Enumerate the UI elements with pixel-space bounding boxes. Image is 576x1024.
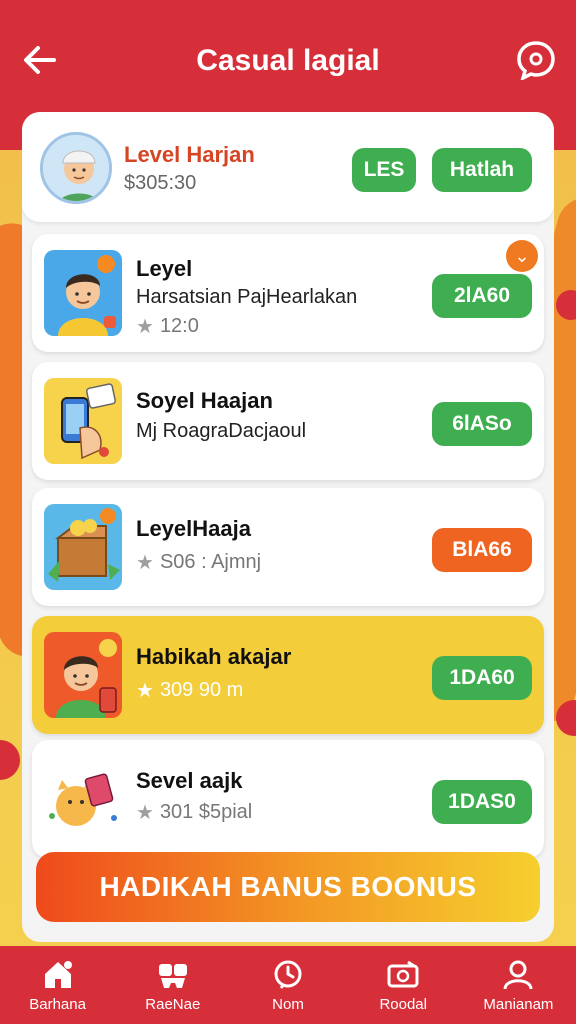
item-title: Soyel Haajan: [136, 388, 273, 413]
star-icon: ★: [136, 802, 154, 824]
item-subtitle: Harsatsian PajHearlakan: [136, 286, 358, 308]
bottom-navigation: Barhana RaeNae Nom Roodal Manianam: [0, 946, 576, 1024]
play-button[interactable]: 6lASo: [432, 402, 532, 446]
hatlah-button[interactable]: Hatlah: [432, 148, 532, 192]
game-thumbnail: [44, 756, 122, 842]
list-item[interactable]: Leyel Harsatsian PajHearlakan ★ 12:0 ⌄ 2…: [32, 234, 544, 352]
list-item-highlighted[interactable]: Habikah akajar ★ 309 90 m 1DA60: [32, 616, 544, 734]
avatar: [40, 132, 112, 204]
item-subtitle: Mj RoagraDacjaoul: [136, 420, 307, 442]
nav-label: Nom: [272, 995, 304, 1013]
profile-balance: $305:30: [124, 172, 197, 194]
nav-item-wallet[interactable]: Roodal: [346, 946, 461, 1024]
play-button[interactable]: 1DA60: [432, 656, 532, 700]
item-title: Habikah akajar: [136, 644, 292, 669]
nav-label: Roodal: [379, 995, 427, 1013]
wallet-icon: [387, 960, 419, 987]
top-bar: Casual lagial: [0, 0, 576, 120]
star-icon: ★: [136, 552, 154, 574]
chat-button[interactable]: [516, 40, 556, 82]
play-button[interactable]: BlA66: [432, 528, 532, 572]
list-item[interactable]: LeyelHaaja ★ S06 : Ajmnj BlA66: [32, 488, 544, 606]
nav-label: Barhana: [29, 995, 86, 1013]
bonus-button[interactable]: HADIKAH BANUS BOONUS: [36, 852, 540, 922]
game-thumbnail: [44, 378, 122, 464]
profile-icon: [503, 960, 533, 989]
chevron-down-icon[interactable]: ⌄: [506, 240, 538, 272]
nav-label: RaeNae: [145, 995, 201, 1013]
nav-item-clock[interactable]: Nom: [230, 946, 345, 1024]
clock-icon: [274, 960, 302, 989]
item-rating: ★ 301 $5pial: [136, 800, 252, 825]
profile-name: Level Harjan: [124, 142, 255, 167]
star-icon: ★: [136, 680, 154, 702]
profile-card: Level Harjan $305:30 LES Hatlah: [22, 112, 554, 222]
star-icon: ★: [136, 316, 154, 338]
list-item[interactable]: Sevel aajk ★ 301 $5pial 1DAS0: [32, 740, 544, 858]
item-rating: ★ 309 90 m: [136, 678, 243, 703]
rating-value: 12:0: [159, 315, 199, 337]
rating-value: 309 90 m: [159, 679, 244, 701]
list-item[interactable]: Soyel Haajan Mj RoagraDacjaoul 6lASo: [32, 362, 544, 480]
nav-item-games[interactable]: RaeNae: [115, 946, 230, 1024]
rating-value: 301 $5pial: [159, 801, 253, 823]
rating-value: S06 : Ajmnj: [159, 551, 262, 573]
nav-label: Manianam: [483, 995, 554, 1013]
main-panel: Level Harjan $305:30 LES Hatlah Leyel Ha…: [22, 112, 554, 942]
nav-item-profile[interactable]: Manianam: [461, 946, 576, 1024]
item-title: Sevel aajk: [136, 768, 243, 793]
page-title: Casual lagial: [196, 44, 380, 77]
game-thumbnail: [44, 504, 122, 590]
item-rating: ★ S06 : Ajmnj: [136, 550, 261, 575]
item-rating: ★ 12:0: [136, 314, 199, 339]
les-button[interactable]: LES: [352, 148, 416, 192]
home-icon: [44, 960, 72, 988]
games-icon: [158, 963, 187, 988]
item-title: LeyelHaaja: [136, 516, 251, 541]
game-thumbnail: [44, 250, 122, 336]
nav-item-home[interactable]: Barhana: [0, 946, 115, 1024]
play-button[interactable]: 1DAS0: [432, 780, 532, 824]
item-title: Leyel: [136, 256, 193, 281]
game-thumbnail: [44, 632, 122, 718]
chat-bubble-icon: [517, 41, 555, 82]
play-button[interactable]: 2lA60: [432, 274, 532, 318]
